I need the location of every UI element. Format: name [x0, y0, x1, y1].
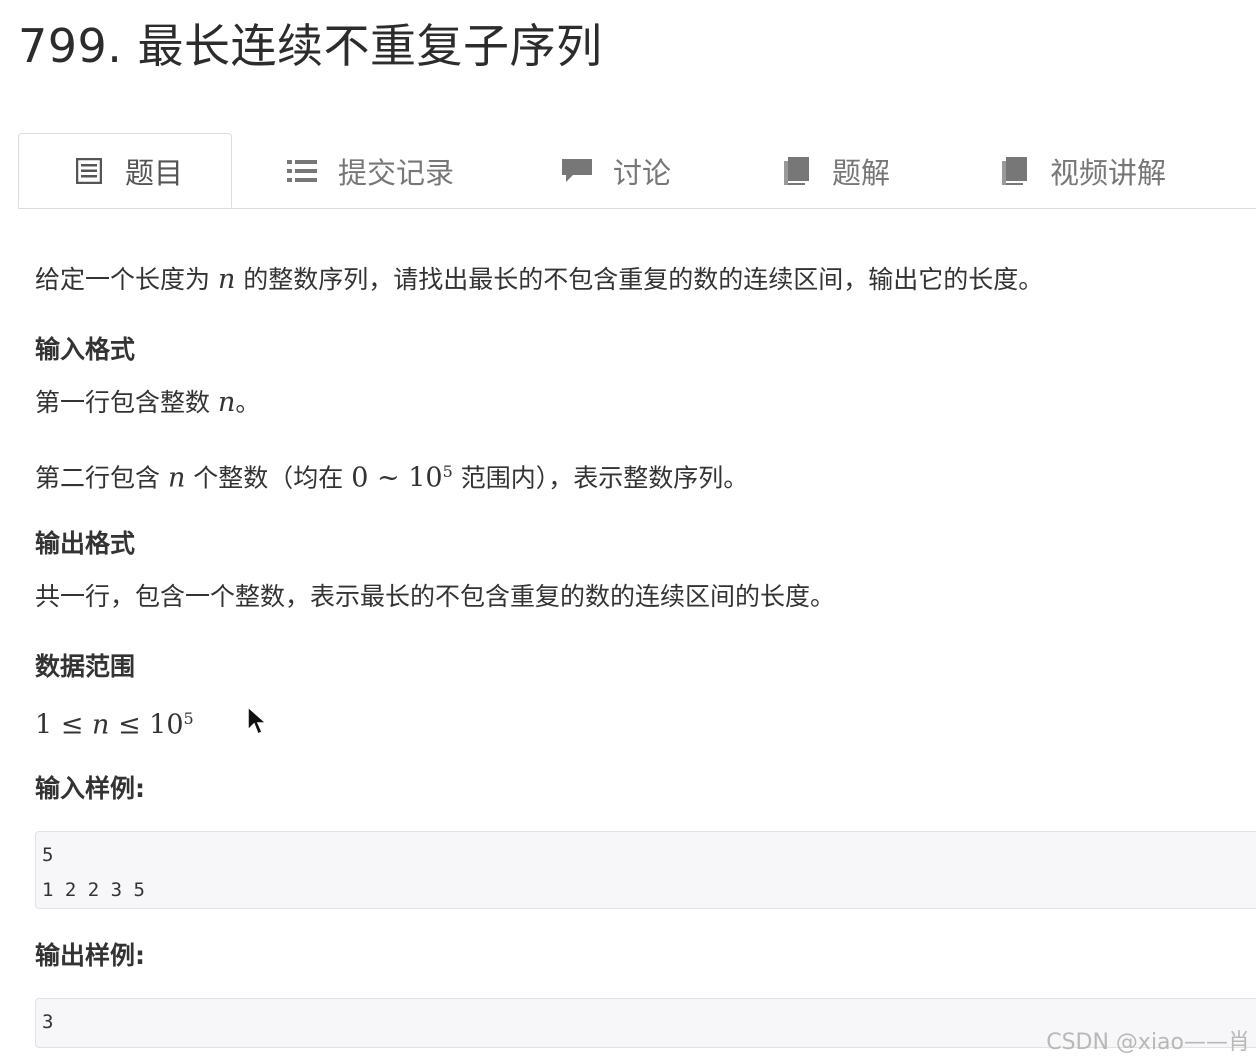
tab-label: 提交记录: [338, 155, 455, 190]
page-title: 799. 最长连续不重复子序列: [18, 19, 603, 73]
comment-icon: [561, 155, 593, 187]
data-range-formula: 1 ≤ n ≤ 105: [35, 701, 194, 743]
text: 第二行包含: [35, 463, 168, 493]
text: 给定一个长度为: [35, 265, 218, 294]
math-num: 0: [351, 462, 369, 494]
input-format-heading: 输入格式: [35, 335, 136, 364]
problem-description: 给定一个长度为 n 的整数序列，请找出最长的不包含重复的数的连续区间，输出它的长…: [35, 262, 1043, 298]
math-exp: 5: [183, 709, 194, 728]
text: 的整数序列，请找出最长的不包含重复的数的连续区间，输出它的长度。: [235, 265, 1044, 294]
math-var: n: [217, 387, 236, 418]
math-op: ≤: [109, 709, 150, 741]
output-format-line1: 共一行，包含一个整数，表示最长的不包含重复的数的连续区间的长度。: [35, 582, 836, 611]
tab-label: 题解: [832, 155, 891, 190]
input-format-line2: 第二行包含 n 个整数（均在 0 ∼ 105 范围内），表示整数序列。: [35, 454, 748, 496]
text: 个整数（均在: [185, 463, 352, 493]
list-doc-icon: [73, 155, 105, 187]
math-var: n: [167, 462, 186, 494]
text: 第一行包含整数: [35, 388, 218, 417]
math-exp: 5: [442, 462, 453, 481]
mouse-cursor-icon: [246, 705, 268, 740]
math-op: ∼: [368, 462, 409, 494]
tab-label: 视频讲解: [1050, 155, 1167, 190]
tab-video-solution[interactable]: 视频讲解: [998, 133, 1166, 208]
tab-label: 讨论: [613, 155, 672, 190]
tab-submissions[interactable]: 提交记录: [286, 133, 454, 208]
text: 。: [235, 388, 261, 417]
book-icon: [780, 155, 812, 187]
text: 范围内），表示整数序列。: [452, 463, 749, 493]
tab-label: 题目: [125, 155, 184, 190]
output-format-heading: 输出格式: [35, 529, 136, 558]
list-bullets-icon: [286, 155, 318, 187]
input-format-line1: 第一行包含整数 n。: [35, 385, 260, 421]
math-num: 10: [149, 709, 184, 741]
tab-discussion[interactable]: 讨论: [561, 133, 671, 208]
sample-output-heading: 输出样例:: [35, 941, 145, 970]
tab-bar: 题目 提交记录 讨论 题解 视频讲解: [18, 133, 1256, 209]
math-num: 1: [35, 709, 53, 741]
watermark: CSDN @xiao——肖: [1046, 1030, 1250, 1055]
sample-input-code[interactable]: 5 1 2 2 3 5: [35, 831, 1256, 909]
math-var: n: [91, 709, 110, 741]
tab-solutions[interactable]: 题解: [780, 133, 890, 208]
math-op: ≤: [52, 709, 92, 741]
math-num: 10: [408, 462, 443, 494]
book-icon: [998, 155, 1030, 187]
math-var: n: [217, 264, 236, 295]
data-range-heading: 数据范围: [35, 652, 136, 681]
tab-problem[interactable]: 题目: [18, 133, 232, 208]
sample-input-heading: 输入样例:: [35, 774, 145, 803]
